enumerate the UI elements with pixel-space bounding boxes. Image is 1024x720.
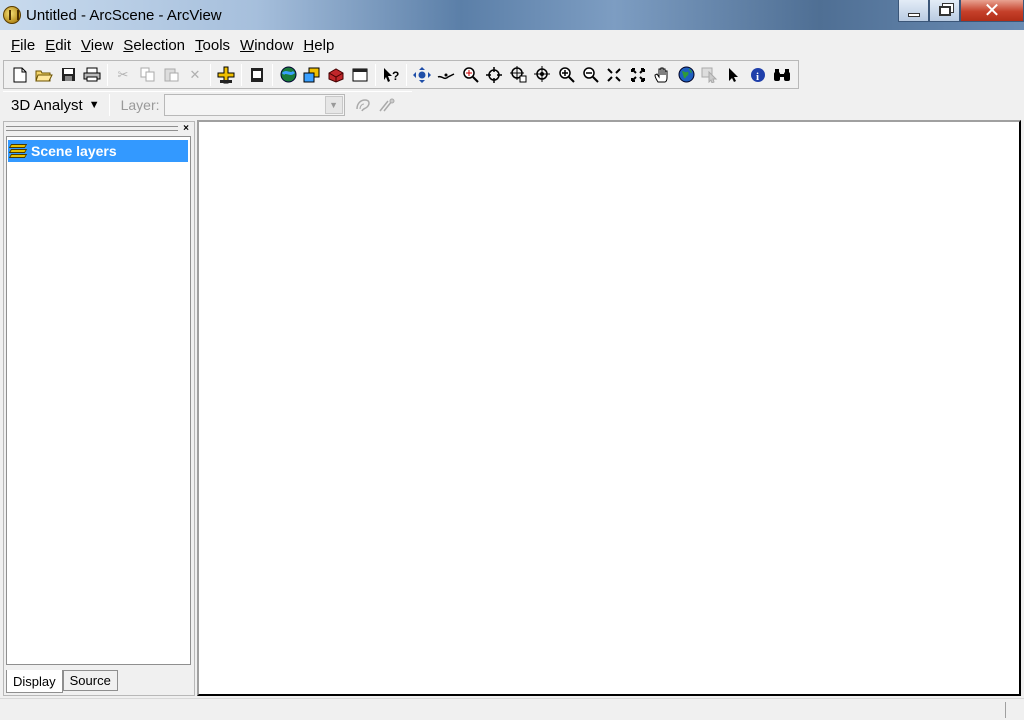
menu-file[interactable]: File <box>6 37 40 54</box>
minimize-icon <box>907 12 920 17</box>
center-on-target-icon[interactable] <box>482 63 506 87</box>
3d-analyst-label: 3D Analyst <box>11 96 83 114</box>
add-data-icon[interactable] <box>214 63 238 87</box>
status-bar <box>0 698 1024 720</box>
menu-bar: File Edit View Selection Tools Window He… <box>0 33 1024 57</box>
title-bar: Untitled - ArcScene - ArcView ✕ <box>0 0 1024 30</box>
delete-icon[interactable]: ✕ <box>183 63 207 87</box>
menu-file-label: ile <box>20 36 36 54</box>
toc-tabs: Display Source <box>6 669 118 693</box>
menu-help-label: elp <box>314 36 335 54</box>
toolbar-separator <box>210 63 211 86</box>
menu-view-label: iew <box>90 36 114 54</box>
save-icon[interactable] <box>56 63 80 87</box>
tab-source[interactable]: Source <box>62 670 118 691</box>
toolbar-separator <box>107 63 108 86</box>
panel-grip[interactable] <box>6 126 178 131</box>
toolbar-separator <box>108 94 110 116</box>
maximize-button[interactable] <box>929 0 960 22</box>
menu-window-label: indow <box>254 36 294 54</box>
menu-selection-mnemonic: S <box>123 36 134 54</box>
3d-view-icon[interactable] <box>324 63 348 87</box>
layers-icon <box>8 144 28 158</box>
scene-view[interactable] <box>197 120 1021 696</box>
layer-dropdown[interactable]: ▼ <box>163 94 345 116</box>
arcscene-app-icon[interactable] <box>3 6 21 24</box>
whats-this-icon[interactable]: ? <box>379 63 403 87</box>
menu-tools[interactable]: Tools <box>190 37 235 54</box>
menu-edit[interactable]: Edit <box>40 37 76 54</box>
table-of-contents-panel: × Scene layers Display Source <box>3 121 195 696</box>
menu-window[interactable]: Window <box>235 37 298 54</box>
copy-icon[interactable] <box>135 63 159 87</box>
globe-icon[interactable] <box>674 63 698 87</box>
3d-analyst-menu-button[interactable]: 3D Analyst ▼ <box>3 97 106 114</box>
close-icon: ✕ <box>983 0 1001 22</box>
identify-disabled-icon[interactable] <box>698 63 722 87</box>
menu-view[interactable]: View <box>76 37 118 54</box>
caret-down-icon: ▼ <box>88 99 100 111</box>
set-observer-icon[interactable] <box>506 63 530 87</box>
tab-display[interactable]: Display <box>6 670 63 693</box>
menu-edit-label: dit <box>55 36 72 54</box>
menu-view-mnemonic: V <box>81 36 91 54</box>
menu-help-mnemonic: H <box>303 36 315 54</box>
window-title: Untitled - ArcScene - ArcView <box>26 6 222 24</box>
identify-icon[interactable]: i <box>746 63 770 87</box>
narrow-fov-icon[interactable] <box>530 63 554 87</box>
open-folder-icon[interactable] <box>32 63 56 87</box>
arctoolbox-icon[interactable] <box>245 63 269 87</box>
menu-window-mnemonic: W <box>240 36 255 54</box>
menu-tools-label: ools <box>202 36 231 54</box>
restore-icon <box>938 5 951 16</box>
toolbar-separator <box>272 63 273 86</box>
window-controls: ✕ <box>898 0 1024 22</box>
dropdown-arrow-icon[interactable]: ▼ <box>324 96 343 114</box>
status-panel <box>1005 702 1021 718</box>
menu-help[interactable]: Help <box>298 37 339 54</box>
full-extent-icon[interactable] <box>626 63 650 87</box>
layer-properties-icon[interactable] <box>348 63 372 87</box>
layer-tree[interactable]: Scene layers <box>6 136 191 665</box>
menu-file-mnemonic: F <box>11 36 21 54</box>
pan-icon[interactable] <box>650 63 674 87</box>
close-button[interactable]: ✕ <box>960 0 1024 22</box>
layer-label: Layer: <box>120 97 160 113</box>
menu-selection[interactable]: Selection <box>118 37 190 54</box>
fly-icon[interactable] <box>434 63 458 87</box>
toolbar-separator <box>375 63 376 86</box>
navigate-icon[interactable] <box>410 63 434 87</box>
zoom-in-icon[interactable] <box>554 63 578 87</box>
toolbar-separator <box>241 63 242 86</box>
minimize-button[interactable] <box>898 0 929 22</box>
fixed-zoom-in-icon[interactable] <box>602 63 626 87</box>
3d-analyst-toolbar: 3D Analyst ▼ Layer: ▼ <box>3 91 412 118</box>
menu-tools-mnemonic: T <box>195 36 203 54</box>
menu-selection-label: election <box>133 36 186 54</box>
select-elements-icon[interactable] <box>722 63 746 87</box>
panel-close-icon[interactable]: × <box>181 124 191 134</box>
scene-properties-icon[interactable] <box>276 63 300 87</box>
menu-edit-mnemonic: E <box>45 36 56 54</box>
new-document-icon[interactable] <box>8 63 32 87</box>
cut-icon[interactable]: ✂ <box>111 63 135 87</box>
scene-layers-label: Scene layers <box>31 143 117 159</box>
svg-text:?: ? <box>392 69 399 83</box>
scene-layers-node[interactable]: Scene layers <box>8 140 188 162</box>
find-icon[interactable] <box>770 63 794 87</box>
line-of-sight-icon[interactable] <box>375 93 399 117</box>
toolbar-separator <box>406 63 407 86</box>
paste-icon[interactable] <box>159 63 183 87</box>
animation-icon[interactable] <box>300 63 324 87</box>
zoom-to-target-icon[interactable] <box>458 63 482 87</box>
print-icon[interactable] <box>80 63 104 87</box>
contour-tool-icon[interactable] <box>351 93 375 117</box>
zoom-out-icon[interactable] <box>578 63 602 87</box>
svg-text:i: i <box>756 71 759 83</box>
standard-toolbar: ✂ ✕ ? i <box>3 60 799 89</box>
